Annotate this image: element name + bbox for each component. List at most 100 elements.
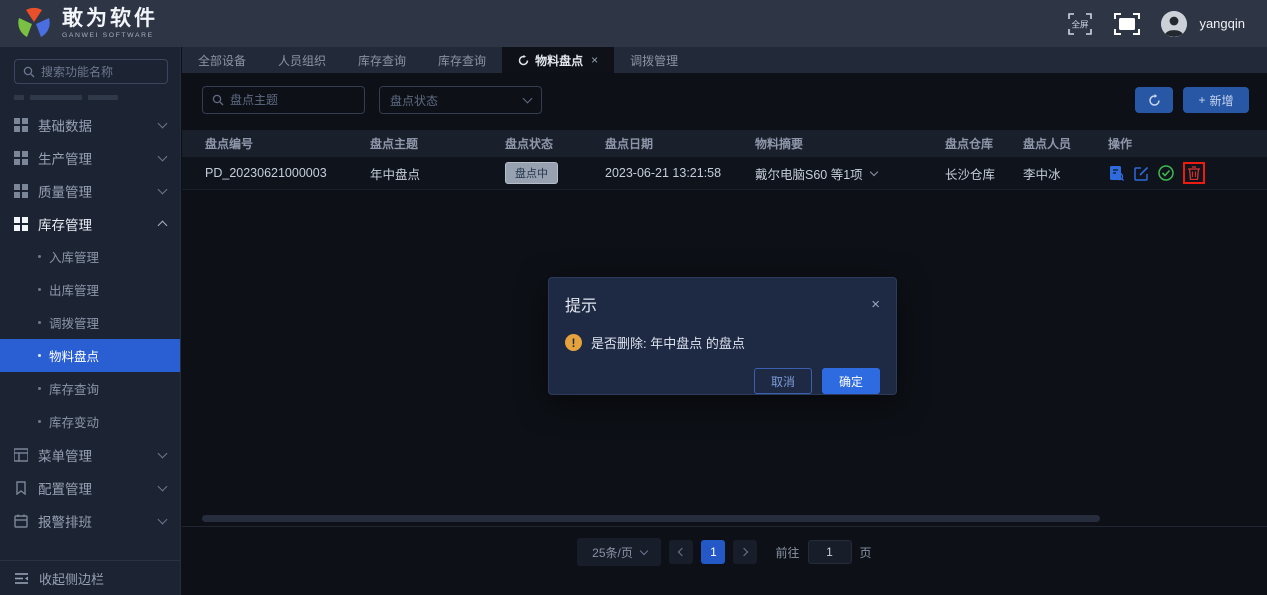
horizontal-scrollbar[interactable] (202, 515, 1100, 522)
sidebar-item-quality[interactable]: 质量管理 (0, 174, 180, 207)
chevron-right-icon (740, 547, 749, 557)
sidebar-search-box[interactable] (14, 59, 168, 84)
sidebar-subitem-label: 库存查询 (49, 383, 100, 397)
tab-label: 全部设备 (198, 53, 247, 68)
tab-label: 人员组织 (278, 53, 327, 68)
tab-close-icon[interactable]: × (591, 53, 598, 67)
sidebar-item-production[interactable]: 生产管理 (0, 141, 180, 174)
sidebar-item-inbound[interactable]: 入库管理 (0, 240, 180, 273)
sidebar-item-config[interactable]: 配置管理 (0, 471, 180, 504)
tab-label: 物料盘点 (535, 53, 584, 68)
sidebar-item-label: 配置管理 (38, 481, 92, 497)
sidebar-footer: 收起侧边栏 (0, 560, 180, 595)
confirm-button[interactable]: 确定 (822, 368, 880, 394)
user-avatar[interactable] (1161, 10, 1188, 37)
table-bottom-border (182, 526, 1267, 527)
page-size-select[interactable]: 25条/页 (577, 538, 662, 566)
sidebar-item-outbound[interactable]: 出库管理 (0, 273, 180, 306)
delete-icon[interactable] (1187, 166, 1201, 180)
next-page-button[interactable] (733, 540, 758, 564)
dot-icon (38, 288, 41, 291)
sidebar-item-label: 生产管理 (38, 151, 92, 167)
collapse-sidebar-button[interactable]: 收起侧边栏 (0, 561, 180, 595)
refresh-button[interactable] (1135, 87, 1173, 113)
view-detail-icon[interactable] (1108, 165, 1124, 181)
sidebar-item-alarm-schedule[interactable]: 报警排班 (0, 504, 180, 537)
col-header-code: 盘点编号 (205, 137, 254, 151)
tab-stocktake-active[interactable]: 物料盘点 × (502, 47, 615, 73)
current-page-button[interactable]: 1 (701, 540, 726, 564)
expand-screen-icon[interactable] (1113, 12, 1141, 36)
sidebar-search-input[interactable] (41, 64, 159, 79)
chevron-down-icon (522, 93, 533, 104)
cancel-button[interactable]: 取消 (754, 368, 812, 394)
col-header-status: 盘点状态 (505, 137, 554, 151)
pagination: 25条/页 1 前往 页 (182, 537, 1267, 567)
tab-label: 库存查询 (438, 53, 487, 68)
tab-personnel[interactable]: 人员组织 (262, 47, 342, 73)
status-select[interactable]: 盘点状态 (379, 86, 542, 114)
plus-icon: + (1198, 93, 1206, 107)
tab-transfer[interactable]: 调拨管理 (614, 47, 694, 73)
complete-check-icon[interactable] (1158, 165, 1174, 181)
sidebar: 基础数据 生产管理 质量管理 (0, 47, 181, 595)
bookmark-icon (16, 480, 26, 495)
svg-text:全屏: 全屏 (1072, 19, 1090, 29)
username-label[interactable]: yangqin (1199, 16, 1245, 31)
dialog-body: ! 是否删除: 年中盘点 的盘点 (565, 333, 880, 352)
sidebar-subitem-label: 库存变动 (49, 416, 100, 430)
subject-search-input[interactable] (230, 93, 355, 107)
app-root: 敢为软件 GANWEI SOFTWARE 全屏 yangqin 搜索功能名称 基… (0, 0, 1267, 595)
add-button[interactable]: + 新增 (1183, 87, 1249, 113)
sidebar-item-label: 报警排班 (38, 514, 92, 530)
sidebar-subitem-label: 出库管理 (49, 284, 100, 298)
tab-refresh-icon[interactable] (518, 54, 529, 66)
sidebar-subitem-label: 入库管理 (49, 251, 100, 265)
dialog-close-icon[interactable]: × (871, 297, 880, 312)
subject-search-box[interactable] (202, 86, 365, 114)
table-row[interactable]: PD_20230621000003 年中盘点 盘点中 2023-06-21 13… (182, 157, 1267, 190)
col-header-date: 盘点日期 (605, 137, 654, 151)
brand-subtitle: GANWEI SOFTWARE (62, 32, 154, 39)
chevron-down-icon (157, 118, 168, 128)
tab-stock-query-2[interactable]: 库存查询 (422, 47, 502, 73)
chevron-down-icon (869, 167, 878, 176)
col-header-actions: 操作 (1108, 137, 1133, 151)
sidebar-item-basic-data[interactable]: 基础数据 (0, 108, 180, 141)
chevron-left-icon (678, 547, 687, 557)
sidebar-item-transfer[interactable]: 调拨管理 (0, 306, 180, 339)
status-badge: 盘点中 (505, 162, 558, 184)
col-header-warehouse: 盘点仓库 (945, 137, 994, 151)
clipped-menu-item (0, 88, 180, 100)
col-header-person: 盘点人员 (1023, 137, 1072, 151)
fullscreen-cn-icon[interactable]: 全屏 (1067, 11, 1093, 37)
dot-icon (38, 255, 41, 258)
tab-stock-query-1[interactable]: 库存查询 (342, 47, 422, 73)
add-button-label: 新增 (1209, 93, 1234, 108)
sidebar-item-inventory[interactable]: 库存管理 (0, 207, 180, 240)
sidebar-item-stock-query[interactable]: 库存查询 (0, 372, 180, 405)
sidebar-item-stocktake[interactable]: 物料盘点 (0, 339, 180, 372)
sidebar-subitem-label: 物料盘点 (49, 350, 100, 364)
edit-icon[interactable] (1133, 165, 1149, 181)
goto-page-input[interactable] (807, 540, 852, 564)
tab-label: 调拨管理 (630, 53, 679, 68)
grid-icon (14, 183, 28, 198)
chevron-up-icon (157, 220, 168, 230)
sidebar-item-menu-mgmt[interactable]: 菜单管理 (0, 438, 180, 471)
chevron-down-icon (157, 151, 168, 161)
header-actions: 全屏 yangqin (1067, 10, 1267, 37)
prev-page-button[interactable] (669, 540, 694, 564)
sidebar-item-stock-change[interactable]: 库存变动 (0, 405, 180, 438)
col-header-subject: 盘点主题 (370, 137, 419, 151)
dialog-title: 提示 (565, 298, 598, 315)
dialog-header: 提示 × (565, 292, 880, 316)
tab-all-devices[interactable]: 全部设备 (182, 47, 262, 73)
cell-subject: 年中盘点 (370, 167, 421, 182)
cell-summary[interactable]: 戴尔电脑S60 等1项 (755, 164, 945, 183)
page-unit-label: 页 (859, 545, 872, 560)
chevron-down-icon (157, 481, 168, 491)
chevron-down-icon (157, 514, 168, 524)
warning-icon: ! (565, 334, 582, 351)
grid-icon (14, 216, 28, 231)
